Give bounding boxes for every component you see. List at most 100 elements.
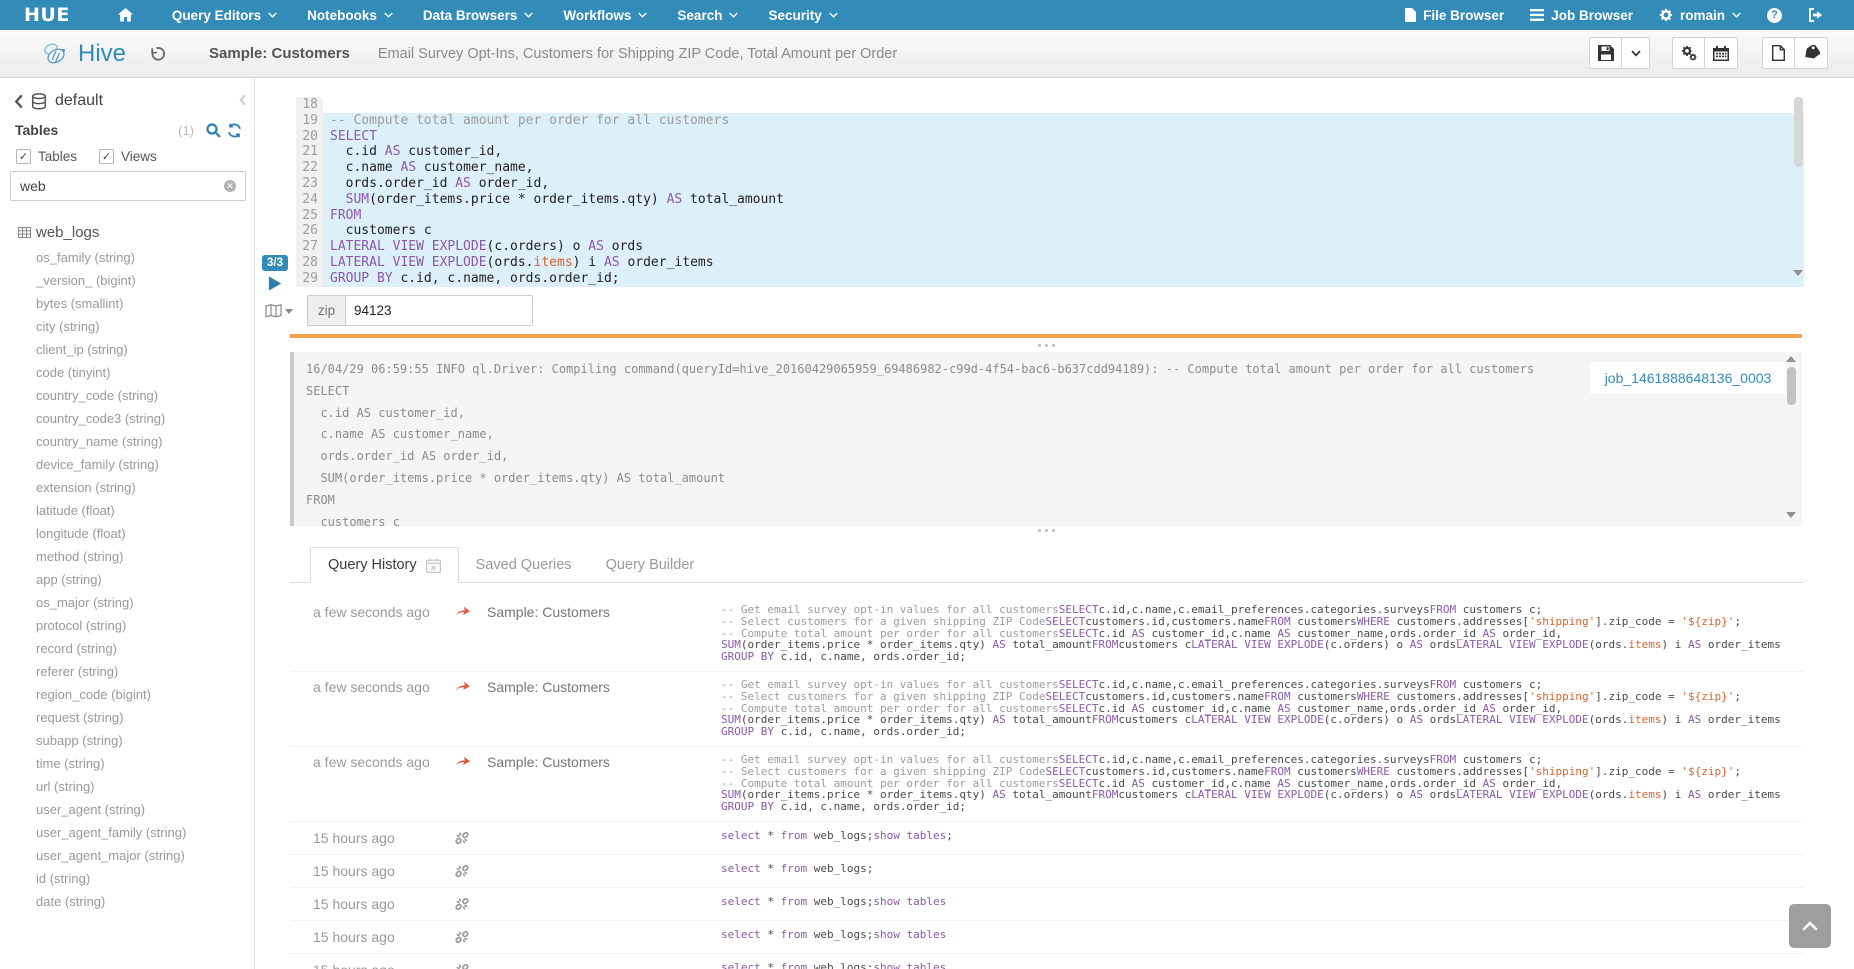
clear-search-icon[interactable]: ✕ (224, 180, 236, 192)
nav-menu-security[interactable]: Security (753, 0, 852, 30)
history-row[interactable]: a few seconds agoSample: Customers-- Get… (290, 597, 1804, 672)
column-item[interactable]: _version_ (bigint) (36, 269, 186, 292)
column-item[interactable]: country_name (string) (36, 430, 186, 453)
nav-menu-query-editors[interactable]: Query Editors (157, 0, 292, 30)
scroll-to-top-button[interactable] (1789, 904, 1831, 948)
hue-logo[interactable]: HUE (24, 4, 70, 26)
column-item[interactable]: subapp (string) (36, 729, 186, 752)
sql-preview-line: select * from web_logs;show tables (721, 929, 1804, 941)
save-icon (1598, 45, 1614, 61)
chevron-down-icon (268, 12, 277, 18)
logout-button[interactable] (1795, 0, 1836, 30)
tags-button[interactable] (1795, 37, 1828, 69)
log-scroll-down-icon[interactable] (1786, 512, 1796, 518)
editor-scrollbar[interactable] (1794, 97, 1803, 167)
column-item[interactable]: device_family (string) (36, 453, 186, 476)
calendar-x-icon[interactable] (426, 558, 441, 573)
help-button[interactable]: ? (1754, 0, 1795, 30)
column-item[interactable]: client_ip (string) (36, 338, 186, 361)
history-row[interactable]: a few seconds agoSample: Customers-- Get… (290, 747, 1804, 822)
column-item[interactable]: os_family (string) (36, 246, 186, 269)
column-item[interactable]: user_agent (string) (36, 798, 186, 821)
log-line: c.id AS customer_id, (306, 403, 1790, 425)
column-item[interactable]: user_agent_major (string) (36, 844, 186, 867)
column-item[interactable]: city (string) (36, 315, 186, 338)
resize-handle-top[interactable] (1038, 344, 1055, 347)
filter-tables-checkbox[interactable]: ✓ Tables (16, 149, 77, 164)
sql-token: SELECT (330, 129, 377, 144)
home-button[interactable] (104, 0, 147, 30)
refresh-icon[interactable] (227, 123, 242, 138)
nav-menu-search[interactable]: Search (662, 0, 753, 30)
history-time: a few seconds ago (313, 754, 431, 770)
column-item[interactable]: date (string) (36, 890, 186, 913)
column-item[interactable]: referer (string) (36, 660, 186, 683)
sql-token: ; (946, 830, 953, 842)
column-item[interactable]: country_code (string) (36, 384, 186, 407)
new-query-button[interactable] (1762, 37, 1795, 69)
column-item[interactable]: extension (string) (36, 476, 186, 499)
user-menu[interactable]: romain (1646, 0, 1754, 30)
nav-menu-workflows[interactable]: Workflows (548, 0, 662, 30)
database-name[interactable]: default (55, 92, 103, 110)
history-row[interactable]: 15 hours agoselect * from web_logs;show … (290, 954, 1804, 969)
tab-query-builder[interactable]: Query Builder (589, 547, 712, 583)
column-item[interactable]: method (string) (36, 545, 186, 568)
column-item[interactable]: id (string) (36, 867, 186, 890)
save-button[interactable] (1589, 37, 1622, 69)
sql-token: FROM (1092, 713, 1119, 726)
sql-token: from (781, 863, 808, 875)
document-icon (1772, 45, 1785, 61)
column-item[interactable]: app (string) (36, 568, 186, 591)
column-item[interactable]: latitude (float) (36, 499, 186, 522)
history-row[interactable]: a few seconds agoSample: Customers-- Get… (290, 672, 1804, 747)
filter-views-checkbox[interactable]: ✓ Views (99, 149, 157, 164)
sql-token: AS (993, 788, 1006, 801)
column-item[interactable]: request (string) (36, 706, 186, 729)
variables-menu-button[interactable] (265, 304, 293, 318)
column-item[interactable]: os_major (string) (36, 591, 186, 614)
variable-value-input[interactable] (345, 295, 533, 326)
log-scrollbar[interactable] (1787, 367, 1796, 405)
table-web-logs[interactable]: web_logs (18, 224, 99, 241)
resize-handle-bottom[interactable] (1038, 529, 1055, 532)
history-row[interactable]: 15 hours agoselect * from web_logs;show … (290, 822, 1804, 855)
search-icon[interactable] (206, 123, 221, 138)
calendar-icon (1713, 46, 1729, 61)
nav-menu-notebooks[interactable]: Notebooks (292, 0, 408, 30)
column-item[interactable]: bytes (smallint) (36, 292, 186, 315)
editor-scroll-down-icon[interactable] (1793, 270, 1803, 276)
column-item[interactable]: country_code3 (string) (36, 407, 186, 430)
column-item[interactable]: longitude (float) (36, 522, 186, 545)
schedule-button[interactable] (1705, 37, 1738, 69)
settings-button[interactable] (1672, 37, 1705, 69)
app-name[interactable]: Hive (78, 40, 126, 68)
table-search-input[interactable] (10, 171, 246, 201)
execute-button[interactable] (267, 275, 283, 292)
history-row[interactable]: 15 hours agoselect * from web_logs;show … (290, 921, 1804, 954)
column-item[interactable]: time (string) (36, 752, 186, 775)
history-row[interactable]: 15 hours agoselect * from web_logs; (290, 855, 1804, 888)
column-item[interactable]: region_code (bigint) (36, 683, 186, 706)
log-scroll-up-icon[interactable] (1786, 356, 1796, 362)
column-item[interactable]: record (string) (36, 637, 186, 660)
file-browser-button[interactable]: File Browser (1392, 0, 1517, 30)
query-history-icon[interactable] (148, 46, 165, 62)
chevron-up-icon (1802, 921, 1818, 931)
nav-menu-data-browsers[interactable]: Data Browsers (408, 0, 549, 30)
column-item[interactable]: user_agent_family (string) (36, 821, 186, 844)
sql-token: show tables (873, 962, 946, 969)
column-item[interactable]: url (string) (36, 775, 186, 798)
save-dropdown-button[interactable] (1622, 37, 1650, 69)
column-item[interactable]: code (tinyint) (36, 361, 186, 384)
editor-line: 26 customers c (296, 223, 1804, 239)
job-link[interactable]: job_1461888648136_0003 (1605, 370, 1772, 386)
job-browser-button[interactable]: Job Browser (1517, 0, 1646, 30)
column-item[interactable]: protocol (string) (36, 614, 186, 637)
tab-query-history[interactable]: Query History (310, 547, 459, 583)
history-row[interactable]: 15 hours agoselect * from web_logs;show … (290, 888, 1804, 921)
collapse-sidebar-icon[interactable] (239, 94, 246, 106)
sql-code-editor[interactable]: 1819-- Compute total amount per order fo… (296, 97, 1804, 287)
back-chevron-icon[interactable] (14, 94, 23, 109)
tab-saved-queries[interactable]: Saved Queries (459, 547, 589, 583)
